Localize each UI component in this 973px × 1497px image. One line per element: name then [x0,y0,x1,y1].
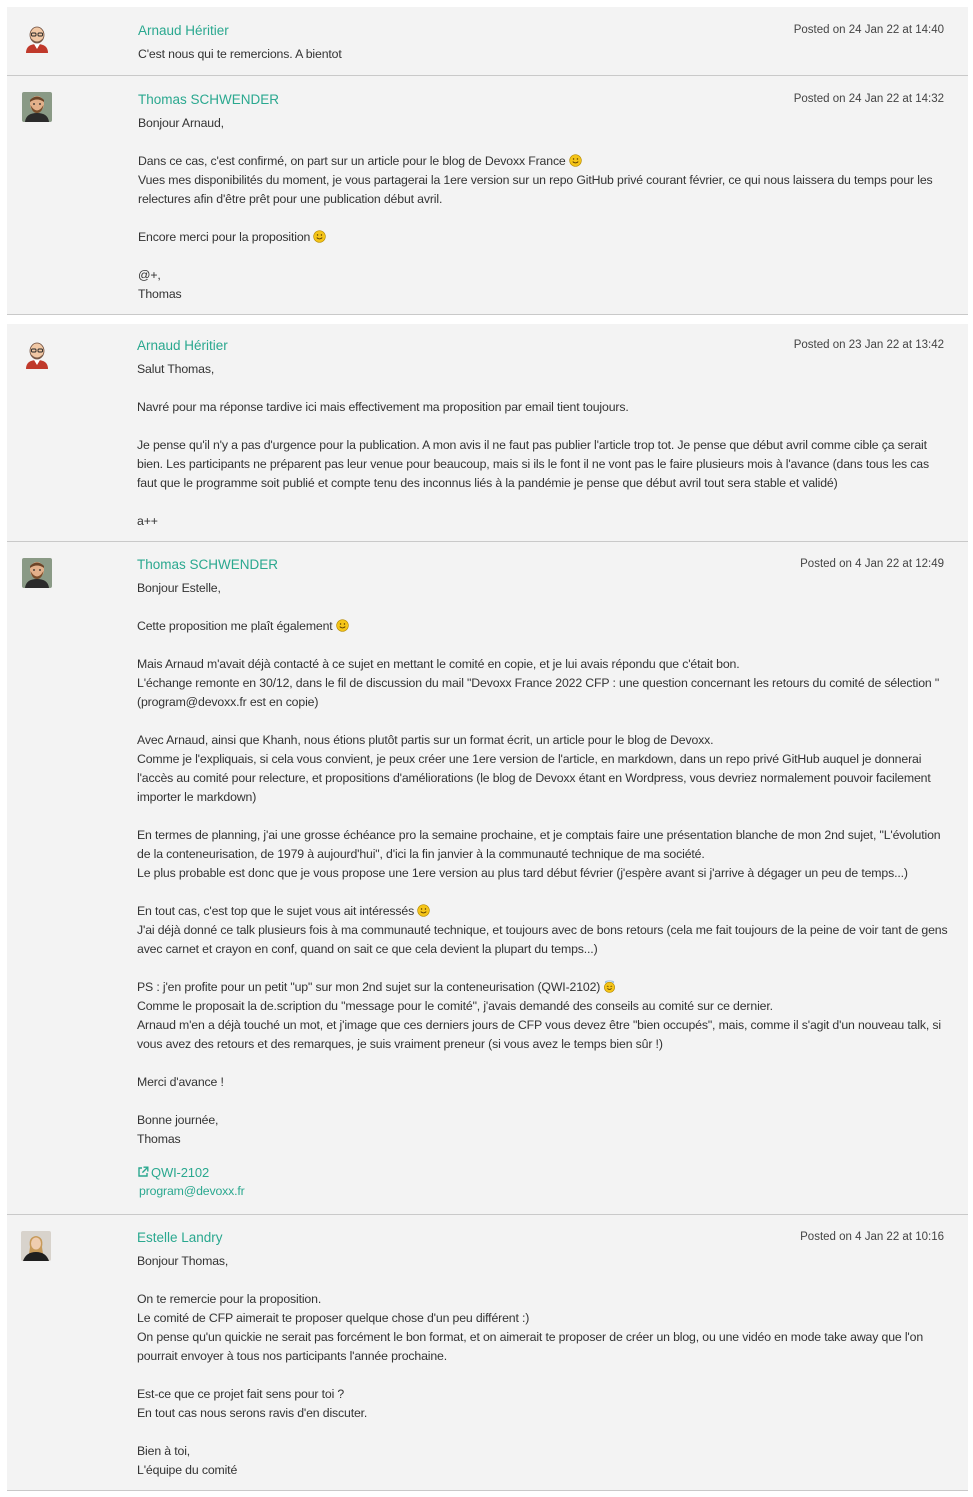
message-body: Bonjour Thomas, On te remercie pour la p… [137,1252,948,1480]
post-timestamp: Posted on 24 Jan 22 at 14:40 [793,24,944,36]
author-name[interactable]: Arnaud Héritier [137,338,228,353]
message-paragraph: Encore merci pour la proposition [138,228,948,247]
author-name[interactable]: Estelle Landry [137,1230,223,1245]
estelle-avatar[interactable] [21,1231,51,1261]
external-link-icon [138,1166,149,1177]
message-paragraph: En termes de planning, j'ai une grosse é… [137,828,941,880]
message-paragraph: En tout cas, c'est top que le sujet vous… [137,902,948,921]
message-paragraph: On te remercie pour la proposition. Le c… [137,1292,924,1363]
post-timestamp: Posted on 23 Jan 22 at 13:42 [793,339,944,351]
message-card: Thomas SCHWENDER Posted on 4 Jan 22 at 1… [7,542,968,1215]
message-paragraph: Mais Arnaud m'avait déjà contacté à ce s… [137,657,940,709]
post-timestamp: Posted on 4 Jan 22 at 12:49 [800,558,944,570]
author-name[interactable]: Thomas SCHWENDER [137,557,278,572]
email-link[interactable]: program@devoxx.fr [139,1182,948,1201]
message-paragraph: Bien à toi, L'équipe du comité [137,1444,238,1477]
message-paragraph: C'est nous qui te remercions. A bientot [138,47,342,61]
message-paragraph: PS : j'en profite pour un petit "up" sur… [137,978,948,997]
message-body: Bonjour Estelle, Cette proposition me pl… [137,579,948,1201]
message-paragraph: Salut Thomas, [137,362,215,376]
thomas-avatar[interactable] [22,92,52,122]
message-paragraph: Merci d'avance ! [137,1075,224,1089]
thomas-avatar[interactable] [22,558,52,588]
smiley-emoji-icon [313,230,326,243]
message-paragraph: Bonjour Estelle, [137,581,221,595]
message-paragraph: Je pense qu'il n'y a pas d'urgence pour … [137,438,929,490]
message-paragraph: Bonjour Thomas, [137,1254,229,1268]
message-paragraph: Bonjour Arnaud, [138,116,224,130]
author-name[interactable]: Thomas SCHWENDER [138,92,279,107]
message-paragraph: @+, Thomas [138,268,182,301]
smiley-emoji-icon [417,904,430,917]
message-paragraph: Vues mes disponibilités du moment, je vo… [138,173,933,206]
message-paragraph: Avec Arnaud, ainsi que Khanh, nous étion… [137,733,931,804]
author-name[interactable]: Arnaud Héritier [138,23,229,38]
arnaud-avatar[interactable] [22,23,52,53]
arnaud-avatar[interactable] [22,339,52,369]
message-body: C'est nous qui te remercions. A bientot [138,45,948,64]
message-paragraph: Est-ce que ce projet fait sens pour toi … [137,1387,368,1420]
smiley-emoji-icon [335,619,349,632]
message-paragraph: J'ai déjà donné ce talk plusieurs fois à… [137,923,948,956]
message-thread: Arnaud Héritier Posted on 24 Jan 22 at 1… [0,0,973,1497]
talk-link[interactable]: QWI-2102 [137,1163,948,1182]
post-timestamp: Posted on 4 Jan 22 at 10:16 [800,1231,944,1243]
message-paragraph: Dans ce cas, c'est confirmé, on part sur… [138,152,948,171]
message-paragraph: a++ [137,514,158,528]
message-card: Arnaud Héritier Posted on 23 Jan 22 at 1… [7,324,968,542]
message-card: Thomas SCHWENDER Posted on 24 Jan 22 at … [7,76,968,315]
message-card: Arnaud Héritier Posted on 24 Jan 22 at 1… [7,7,968,76]
innocent-emoji-icon [604,980,616,993]
message-body: Salut Thomas, Navré pour ma réponse tard… [137,360,948,531]
message-paragraph: Comme le proposait la de.scription du "m… [137,999,942,1051]
message-body: Bonjour Arnaud, Dans ce cas, c'est confi… [138,114,948,304]
message-paragraph: Bonne journée, Thomas [137,1113,219,1146]
post-timestamp: Posted on 24 Jan 22 at 14:32 [793,93,944,105]
message-paragraph: Cette proposition me plaît également [137,617,948,636]
smiley-emoji-icon [568,154,582,167]
message-paragraph: Navré pour ma réponse tardive ici mais e… [137,400,629,414]
message-card: Estelle Landry Posted on 4 Jan 22 at 10:… [7,1215,968,1491]
message-links: QWI-2102 program@devoxx.fr [137,1163,948,1201]
